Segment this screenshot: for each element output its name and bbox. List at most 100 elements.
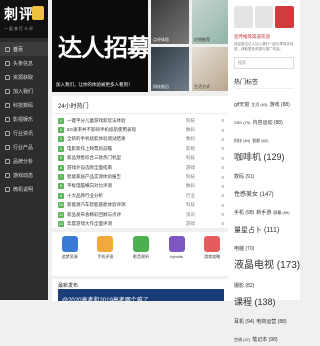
hot-list-item[interactable]: 10 新能源汽车智能座舱体验评测 科技 0 xyxy=(58,201,224,210)
sidebar-item[interactable]: 科技数码 xyxy=(0,98,48,112)
tag-link[interactable]: SSD (79) xyxy=(234,120,250,126)
item-title: 十大品牌行业分析 xyxy=(67,192,103,198)
hot-list-item[interactable]: 9 十大品牌行业分析 行业 0 xyxy=(58,191,224,200)
tag-link[interactable]: 屏幕 (59) xyxy=(273,210,289,216)
item-title: 智能家居产品实测体验报告 xyxy=(67,174,121,180)
tag-link[interactable]: 咖啡机 (129) xyxy=(234,152,285,162)
rank-badge: 3 xyxy=(58,136,64,143)
right-sidebar: 宣传推荐渠道欢迎 欢迎各位达人加入我们一起分享真实体验，获取更多资源与推广机会。… xyxy=(228,0,300,342)
feature-thumb[interactable]: 科技前沿 xyxy=(151,47,189,91)
hot-list-item[interactable]: 1 一键平分儿童游戏新玩法体验 科技 0 xyxy=(58,116,224,125)
rank-badge: 12 xyxy=(58,220,64,227)
app-shortcut[interactable]: 手机评测 xyxy=(92,236,118,276)
feature-thumb[interactable]: 点评体验 xyxy=(151,0,189,44)
site-logo[interactable]: 刺评 一起来打卡评 xyxy=(0,0,48,38)
hero-banner[interactable]: 达人招募 加入我们，让你的体验被更多人看到！ xyxy=(52,0,148,92)
item-tag: 科技 xyxy=(186,155,195,161)
news-icon xyxy=(5,60,10,66)
sidebar-item[interactable]: 首页 xyxy=(0,42,48,56)
app-shortcut[interactable]: 游戏攻略 xyxy=(199,236,225,276)
notice-body: 欢迎各位达人加入我们一起分享真实体验，获取更多资源与推广机会。 xyxy=(234,42,294,51)
sidebar-item[interactable]: 微机说明 xyxy=(0,182,48,196)
thumb-caption: 科技前沿 xyxy=(153,84,169,89)
latest-card[interactable]: @2020高考和2019高考哪个难了 xyxy=(58,289,224,304)
sidebar: 刺评 一起来打卡评 首页 头条信息 资源获取 加入我们 科技数码 影视娱乐 行业… xyxy=(0,0,48,300)
tag-link[interactable]: 生活 (63) xyxy=(251,102,267,108)
tag-link[interactable]: 新手游 xyxy=(256,210,271,217)
search-input[interactable]: 搜索... xyxy=(234,57,294,69)
item-title: 年度游戏大作全面评测 xyxy=(67,220,112,226)
rank-badge: 8 xyxy=(58,183,64,190)
tag-link[interactable]: 耳机 (94) xyxy=(234,319,254,326)
tile-icon[interactable] xyxy=(234,6,253,28)
item-tag: 科技 xyxy=(186,117,195,123)
hot-list-item[interactable]: 12 年度游戏大作全面评测 游戏 0 xyxy=(58,219,224,228)
item-tag: 资讯 xyxy=(186,211,195,217)
right-tiles xyxy=(234,6,295,28)
item-count: 0 xyxy=(221,221,224,227)
item-title: 全新的手机续航体验测试结果 xyxy=(67,136,126,142)
hot-list-item[interactable]: 11 新品发布会精彩回顾与点评 资讯 0 xyxy=(58,210,224,219)
item-count: 0 xyxy=(221,146,224,152)
sidebar-item[interactable]: 品牌分析 xyxy=(0,154,48,168)
sidebar-item[interactable]: 行业产品 xyxy=(0,140,48,154)
tile-icon[interactable] xyxy=(275,6,295,28)
home-icon xyxy=(5,46,10,52)
gamepad-icon xyxy=(5,172,10,178)
tag-link[interactable]: 量星占卜 (111) xyxy=(234,227,279,235)
hot-list-panel: 24小时热门 1 一键平分儿童游戏新玩法体验 科技 0 2 5G速率并不影响手机续航使用表… xyxy=(52,96,230,228)
hot-list-item[interactable]: 2 5G速率并不影响手机续航使用表现 数码 0 xyxy=(58,125,224,134)
hot-list-item[interactable]: 3 全新的手机续航体验测试结果 数码 0 xyxy=(58,135,224,144)
sidebar-item[interactable]: 加入我们 xyxy=(0,84,48,98)
hot-list-item[interactable]: 6 游戏外设选购全面指南 游戏 0 xyxy=(58,163,224,172)
hot-list-item[interactable]: 8 平板电脑横向对比评测 数码 0 xyxy=(58,182,224,191)
hot-list-item[interactable]: 5 新品预售综合三款热门机型 科技 0 xyxy=(58,154,224,163)
app-shortcut[interactable]: hybrids xyxy=(164,236,190,276)
tag-link[interactable]: 液晶电视 (173) xyxy=(234,260,300,272)
hot-list-item[interactable]: 4 电影新作上映票房前瞻 影视 0 xyxy=(58,144,224,153)
tile-icon[interactable] xyxy=(254,6,274,28)
item-title: 5G速率并不影响手机续航使用表现 xyxy=(67,127,137,133)
tag-link[interactable]: 内容运动 (88) xyxy=(252,120,282,127)
item-count: 0 xyxy=(221,127,224,133)
tag-link[interactable]: 性感美女 (147) xyxy=(234,192,274,199)
hot-list: 1 一键平分儿童游戏新玩法体验 科技 0 2 5G速率并不影响手机续航使用表现 数码 0 3 全新… xyxy=(52,114,230,229)
tag-link[interactable]: 智能 (82) xyxy=(252,138,268,144)
sidebar-item[interactable]: 游戏动态 xyxy=(0,168,48,182)
hot-list-item[interactable]: 7 智能家居产品实测体验报告 科技 0 xyxy=(58,172,224,181)
item-tag: 游戏 xyxy=(186,164,195,170)
latest-card-title: @2020高考和2019高考哪个难了 xyxy=(62,298,149,304)
sidebar-item[interactable]: 行业资讯 xyxy=(0,126,48,140)
feature-thumb[interactable]: 生活方式 xyxy=(192,47,230,91)
item-title: 新能源汽车智能座舱体验评测 xyxy=(67,202,126,208)
tag-link[interactable]: 课程 (138) xyxy=(234,297,276,307)
app-shortcut[interactable]: 追梦资源 xyxy=(57,236,83,276)
item-count: 0 xyxy=(221,212,224,218)
thumb-caption: 点评体验 xyxy=(153,37,169,42)
notice-title[interactable]: 宣传推荐渠道欢迎 xyxy=(234,34,294,40)
tag-link[interactable]: gif天窗 xyxy=(234,102,249,109)
feature-thumb[interactable]: 好物推荐 xyxy=(192,0,230,44)
item-count: 0 xyxy=(221,174,224,180)
item-tag: 数码 xyxy=(186,127,195,133)
sidebar-item[interactable]: 资源获取 xyxy=(0,70,48,84)
logo-subtitle: 一起来打卡评 xyxy=(4,26,34,31)
tag-link[interactable]: 电商运营 (88) xyxy=(256,319,286,326)
rank-badge: 10 xyxy=(58,202,64,209)
tag-link[interactable]: 电脑 (70) xyxy=(234,246,254,253)
rank-badge: 9 xyxy=(58,192,64,199)
app-label: 追梦资源 xyxy=(61,254,78,259)
tag-link[interactable]: 笔记本 (98) xyxy=(252,337,277,344)
sidebar-item[interactable]: 头条信息 xyxy=(0,56,48,70)
item-title: 电影新作上映票房前瞻 xyxy=(67,145,112,151)
tag-link[interactable]: 数码 (91) xyxy=(234,174,254,181)
tag-link[interactable]: 游戏 (88) xyxy=(270,102,290,109)
sidebar-item[interactable]: 影视娱乐 xyxy=(0,112,48,126)
tag-link[interactable]: 摄影 (82) xyxy=(234,283,254,290)
app-shortcut[interactable]: 影音视听 xyxy=(128,236,154,276)
tag-link[interactable]: 手机 (98) xyxy=(234,210,254,217)
download-icon xyxy=(5,74,10,80)
app-label: hybrids xyxy=(170,254,184,259)
tag-link[interactable]: 科技 (84) xyxy=(234,138,250,144)
tag-link[interactable]: 空调 (47) xyxy=(234,337,250,343)
